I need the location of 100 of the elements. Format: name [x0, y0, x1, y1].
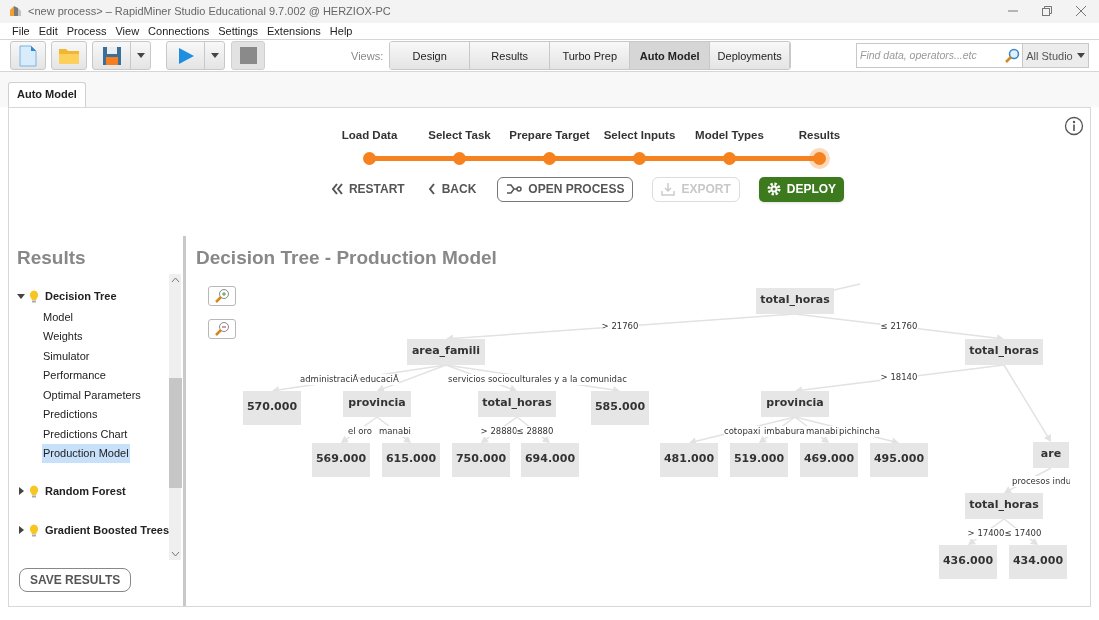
- edge-label: ≤ 28880: [516, 425, 554, 437]
- chevron-icon: [427, 183, 436, 196]
- scope-dropdown[interactable]: All Studio: [1023, 43, 1089, 69]
- menu-item[interactable]: File: [12, 23, 30, 40]
- edge-label: > 17400: [967, 527, 1005, 539]
- views-label: Views:: [351, 48, 384, 64]
- open-process-button[interactable]: OPEN PROCESS: [497, 176, 634, 202]
- gear-icon: [766, 182, 781, 197]
- leaf-node: 436.000: [939, 544, 997, 579]
- tree-item[interactable]: Predictions: [42, 405, 99, 424]
- tree-group-label[interactable]: Decision Tree: [45, 287, 117, 305]
- edge-label: educaciÃ: [360, 373, 399, 385]
- edge-label: administraciÃ: [300, 373, 359, 385]
- document-icon: [19, 44, 37, 67]
- scroll-down-icon[interactable]: [170, 551, 180, 558]
- view-tab[interactable]: Auto Model: [630, 42, 711, 70]
- double-chevron-icon: [330, 183, 343, 196]
- tree-group-label[interactable]: Gradient Boosted Trees: [45, 521, 170, 539]
- edge-label: ≤ 21760: [880, 320, 918, 332]
- restore-icon[interactable]: [1041, 5, 1053, 18]
- expanded-triangle-icon[interactable]: [17, 292, 25, 301]
- caret-icon: [1076, 53, 1085, 59]
- lightbulb-icon: [29, 523, 39, 537]
- edge-label: > 21760: [601, 320, 639, 332]
- edge-label: ≤ 17400: [1004, 527, 1042, 539]
- menu-item[interactable]: View: [115, 23, 140, 40]
- leaf-node: 434.000: [1009, 544, 1067, 579]
- model-title: Decision Tree - Production Model: [196, 245, 498, 270]
- menu-item[interactable]: Help: [329, 23, 353, 40]
- back-button[interactable]: BACK: [425, 176, 479, 202]
- play-icon: [176, 46, 195, 65]
- step-label: Results: [798, 127, 841, 143]
- menu-item[interactable]: Process: [66, 23, 107, 40]
- zoom-out-button[interactable]: [208, 318, 236, 339]
- menu-item[interactable]: Extensions: [267, 23, 321, 40]
- edge-label: servicios socioculturales y a la comunidac: [448, 373, 627, 385]
- close-icon[interactable]: [1075, 5, 1087, 18]
- zoom-in-button[interactable]: [208, 285, 236, 306]
- save-results-button[interactable]: SAVE RESULTS: [19, 568, 132, 593]
- split-node: total_horas: [965, 492, 1043, 519]
- zoom-in-icon: [214, 287, 230, 304]
- split-node: total_horas: [756, 287, 834, 314]
- leaf-node: 495.000: [870, 442, 928, 477]
- leaf-node: 481.000: [660, 442, 718, 477]
- edge-label: manabi: [379, 425, 411, 437]
- tree-item[interactable]: Production Model: [42, 444, 130, 463]
- results-heading: Results: [17, 245, 87, 270]
- split-node: total_horas: [478, 390, 556, 417]
- edge-label: > 18140: [880, 371, 918, 383]
- menu-item[interactable]: Edit: [38, 23, 58, 40]
- menu-item[interactable]: Settings: [218, 23, 258, 40]
- stop-icon: [239, 47, 257, 65]
- collapsed-triangle-icon[interactable]: [17, 526, 25, 535]
- tree-group-label[interactable]: Random Forest: [45, 482, 126, 500]
- tree-item[interactable]: Simulator: [42, 346, 91, 366]
- open-button[interactable]: [51, 41, 87, 71]
- scroll-thumb[interactable]: [169, 378, 183, 489]
- leaf-node: 519.000: [730, 442, 788, 477]
- view-tab[interactable]: Results: [470, 42, 551, 70]
- view-tab[interactable]: Turbo Prep: [550, 42, 631, 70]
- tree-item[interactable]: Weights: [42, 327, 84, 346]
- step-label: Select Inputs: [603, 127, 676, 143]
- edge-label: > 28880: [480, 425, 518, 437]
- tree-item[interactable]: Optimal Parameters: [42, 385, 142, 405]
- window-title: <new process> – RapidMiner Studio Educational 9.7.002 @ HERZIOX-PC: [28, 4, 391, 20]
- tree-item[interactable]: Model: [42, 307, 74, 327]
- leaf-node: 570.000: [243, 390, 301, 425]
- tree-item[interactable]: Predictions Chart: [42, 424, 129, 444]
- new-process-button[interactable]: [10, 41, 46, 71]
- caret-icon: [210, 53, 219, 59]
- edge-label: manabi: [806, 425, 838, 437]
- edge-label: imbabura: [764, 425, 805, 437]
- split-node: provincia: [343, 390, 411, 417]
- view-tab[interactable]: Deployments: [710, 42, 791, 70]
- deploy-button[interactable]: DEPLOY: [758, 176, 845, 202]
- lightbulb-icon: [29, 484, 39, 498]
- leaf-node: 585.000: [591, 390, 649, 425]
- split-node: are: [1033, 441, 1069, 468]
- split-node: area_famili: [407, 338, 485, 365]
- menu-item[interactable]: Connections: [148, 23, 210, 40]
- tree-item[interactable]: Performance: [42, 366, 107, 385]
- download-icon: [661, 182, 676, 197]
- collapsed-triangle-icon[interactable]: [17, 487, 25, 496]
- leaf-node: 750.000: [452, 442, 510, 477]
- info-icon[interactable]: [1064, 115, 1084, 136]
- stop-button[interactable]: [231, 41, 265, 71]
- lightbulb-icon: [29, 289, 39, 303]
- restart-button[interactable]: RESTART: [328, 176, 407, 202]
- edge-label: cotopaxi: [724, 425, 761, 437]
- scroll-up-icon[interactable]: [170, 277, 180, 284]
- zoom-out-icon: [214, 320, 230, 337]
- tab[interactable]: Auto Model: [8, 81, 86, 108]
- scrollbar[interactable]: [169, 274, 181, 561]
- caret-icon: [136, 53, 145, 59]
- view-tab[interactable]: Design: [390, 42, 471, 70]
- step-label: Model Types: [695, 127, 764, 143]
- split-node: total_horas: [965, 338, 1043, 365]
- leaf-node: 469.000: [800, 442, 858, 477]
- process-icon: [506, 183, 523, 196]
- edge-label: procesos indu: [1012, 475, 1070, 487]
